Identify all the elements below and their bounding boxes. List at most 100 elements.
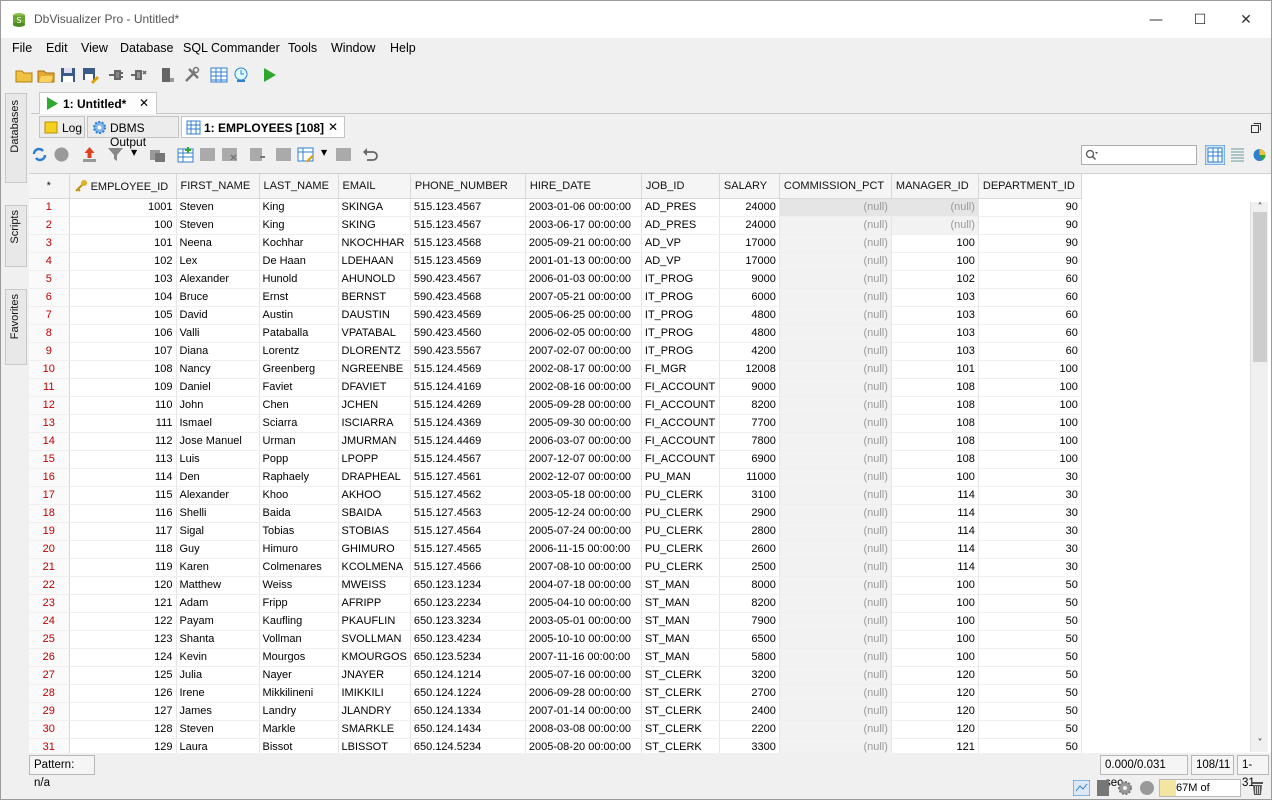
table-cell[interactable]: 114 — [891, 558, 979, 577]
table-cell[interactable]: John — [176, 396, 260, 415]
table-cell[interactable]: ST_MAN — [641, 576, 720, 595]
table-row[interactable]: 22 120 Matthew Weiss MWEISS 650.123.1234 2004-… — [29, 576, 1082, 595]
table-cell[interactable]: 515.123.4567 — [410, 198, 526, 217]
column-header-email[interactable]: EMAIL — [338, 174, 411, 199]
table-cell[interactable]: Sigal — [176, 522, 260, 541]
row-number[interactable]: 18 — [29, 504, 70, 523]
table-cell[interactable]: Urman — [259, 432, 339, 451]
table-cell[interactable]: 590.423.4560 — [410, 324, 526, 343]
scrollbar-thumb[interactable] — [1253, 212, 1267, 362]
table-cell[interactable]: Lex — [176, 252, 260, 271]
edit-grid-icon[interactable] — [297, 146, 314, 163]
tab-log[interactable]: Log — [39, 116, 85, 138]
table-cell[interactable]: 60 — [978, 324, 1082, 343]
add-row-icon[interactable] — [177, 146, 194, 163]
table-cell[interactable]: David — [176, 306, 260, 325]
table-cell[interactable]: IT_PROG — [641, 342, 720, 361]
table-cell[interactable]: 650.124.5234 — [410, 738, 526, 753]
row-number[interactable]: 29 — [29, 702, 70, 721]
table-cell[interactable]: 100 — [891, 234, 979, 253]
table-cell[interactable]: PU_CLERK — [641, 558, 720, 577]
table-cell[interactable]: Tobias — [259, 522, 339, 541]
table-cell[interactable]: 3200 — [719, 666, 780, 685]
table-cell[interactable]: 123 — [69, 630, 177, 649]
row-number[interactable]: 4 — [29, 252, 70, 271]
row-number[interactable]: 1 — [29, 198, 70, 217]
table-row[interactable]: 4 102 Lex De Haan LDEHAAN 515.123.4569 2001-01… — [29, 252, 1082, 271]
run-icon[interactable] — [260, 66, 278, 84]
table-cell[interactable]: 120 — [891, 702, 979, 721]
table-cell[interactable]: AKHOO — [338, 486, 411, 505]
vertical-scrollbar[interactable]: ˄ ˅ — [1250, 202, 1268, 752]
table-cell[interactable]: STOBIAS — [338, 522, 411, 541]
table-cell[interactable]: 650.123.5234 — [410, 648, 526, 667]
side-tab-databases[interactable]: Databases — [5, 93, 27, 183]
table-row[interactable]: 28 126 Irene Mikkilineni IMIKKILI 650.124.122… — [29, 684, 1082, 703]
table-row[interactable]: 26 124 Kevin Mourgos KMOURGOS 650.123.5234 200… — [29, 648, 1082, 667]
table-cell[interactable]: 8200 — [719, 396, 780, 415]
table-cell[interactable]: 2002-08-16 00:00:00 — [525, 378, 642, 397]
table-cell[interactable]: 2005-07-24 00:00:00 — [525, 522, 642, 541]
table-cell[interactable]: 515.124.4469 — [410, 432, 526, 451]
table-cell[interactable]: (null) — [779, 414, 892, 433]
table-cell[interactable]: 7900 — [719, 612, 780, 631]
tools-icon[interactable] — [183, 66, 201, 84]
column-header-employee-id[interactable]: EMPLOYEE_ID — [69, 174, 177, 199]
table-cell[interactable]: Raphaely — [259, 468, 339, 487]
table-cell[interactable]: PU_CLERK — [641, 504, 720, 523]
table-cell[interactable]: 114 — [891, 522, 979, 541]
tab-dbms-output[interactable]: DBMS Output — [87, 116, 179, 149]
commit-icon[interactable] — [335, 146, 352, 163]
table-cell[interactable]: 515.124.4567 — [410, 450, 526, 469]
table-cell[interactable]: (null) — [779, 576, 892, 595]
table-cell[interactable]: 103 — [891, 324, 979, 343]
table-cell[interactable]: 590.423.4567 — [410, 270, 526, 289]
table-cell[interactable]: 116 — [69, 504, 177, 523]
table-cell[interactable]: FI_ACCOUNT — [641, 432, 720, 451]
row-number[interactable]: 10 — [29, 360, 70, 379]
row-number[interactable]: 28 — [29, 684, 70, 703]
table-cell[interactable]: ISCIARRA — [338, 414, 411, 433]
row-number[interactable]: 20 — [29, 540, 70, 559]
table-cell[interactable]: 2005-09-30 00:00:00 — [525, 414, 642, 433]
table-cell[interactable]: 109 — [69, 378, 177, 397]
table-cell[interactable]: 103 — [891, 342, 979, 361]
table-cell[interactable]: FI_ACCOUNT — [641, 396, 720, 415]
table-cell[interactable]: 650.124.1214 — [410, 666, 526, 685]
table-cell[interactable]: Markle — [259, 720, 339, 739]
table-cell[interactable]: 515.124.4569 — [410, 360, 526, 379]
table-cell[interactable]: 100 — [891, 468, 979, 487]
table-cell[interactable]: Den — [176, 468, 260, 487]
table-cell[interactable]: 50 — [978, 648, 1082, 667]
table-cell[interactable]: 2005-12-24 00:00:00 — [525, 504, 642, 523]
table-cell[interactable]: 60 — [978, 270, 1082, 289]
table-cell[interactable]: 100 — [978, 432, 1082, 451]
table-cell[interactable]: King — [259, 198, 339, 217]
table-cell[interactable]: 101 — [891, 360, 979, 379]
save-as-icon[interactable] — [81, 66, 99, 84]
table-cell[interactable]: 6500 — [719, 630, 780, 649]
table-cell[interactable]: 2900 — [719, 504, 780, 523]
table-cell[interactable]: Lorentz — [259, 342, 339, 361]
row-number[interactable]: 14 — [29, 432, 70, 451]
table-cell[interactable]: Adam — [176, 594, 260, 613]
maximize-button[interactable]: ☐ — [1177, 7, 1223, 33]
table-cell[interactable]: 118 — [69, 540, 177, 559]
table-cell[interactable]: 9000 — [719, 378, 780, 397]
table-cell[interactable]: NGREENBE — [338, 360, 411, 379]
table-row[interactable]: 15 113 Luis Popp LPOPP 515.124.4567 2007-12-07… — [29, 450, 1082, 469]
table-row[interactable]: 6 104 Bruce Ernst BERNST 590.423.4568 2007-05-… — [29, 288, 1082, 307]
row-number[interactable]: 13 — [29, 414, 70, 433]
row-number[interactable]: 16 — [29, 468, 70, 487]
table-cell[interactable]: SKING — [338, 216, 411, 235]
table-cell[interactable]: 114 — [891, 486, 979, 505]
column-header-manager-id[interactable]: MANAGER_ID — [891, 174, 979, 199]
table-cell[interactable]: 90 — [978, 216, 1082, 235]
table-cell[interactable]: ST_CLERK — [641, 738, 720, 753]
table-cell[interactable]: (null) — [779, 234, 892, 253]
table-row[interactable]: 17 115 Alexander Khoo AKHOO 515.127.4562 2003-… — [29, 486, 1082, 505]
table-cell[interactable]: PU_CLERK — [641, 486, 720, 505]
column-header-commission-pct[interactable]: COMMISSION_PCT — [779, 174, 892, 199]
table-cell[interactable]: 650.123.3234 — [410, 612, 526, 631]
table-cell[interactable]: 111 — [69, 414, 177, 433]
